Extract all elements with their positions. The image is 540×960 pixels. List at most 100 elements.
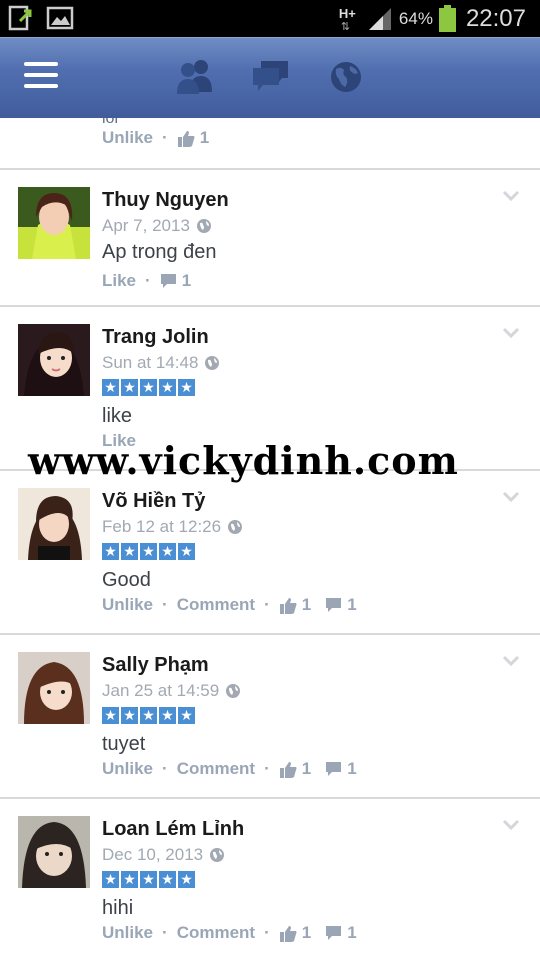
chevron-down-icon[interactable]: [502, 190, 520, 202]
messages-icon[interactable]: [251, 56, 291, 96]
clock: 22:07: [465, 4, 526, 32]
avatar[interactable]: [18, 187, 90, 259]
review-item: Võ Hiền Tỷ Feb 12 at 12:26 ★ ★ ★ ★ ★ Good Un…: [0, 471, 540, 635]
comment-count: 1: [347, 923, 357, 942]
comment-icon: [326, 762, 342, 776]
action-row: Like · 1: [102, 271, 192, 291]
review-comment: Ap trong đen: [102, 241, 217, 263]
star-rating: ★ ★ ★ ★ ★: [102, 543, 195, 560]
star-icon: ★: [178, 379, 195, 396]
avatar[interactable]: [18, 324, 90, 396]
unlike-link[interactable]: Unlike: [102, 128, 153, 148]
star-icon: ★: [121, 871, 138, 888]
like-count: 1: [301, 759, 312, 778]
gallery-notification-icon: [46, 6, 74, 30]
star-icon: ★: [159, 543, 176, 560]
star-icon: ★: [102, 379, 119, 396]
globe-privacy-icon: [196, 219, 211, 233]
network-type-indicator: H+ ⇅: [338, 5, 356, 33]
star-rating: ★ ★ ★ ★ ★: [102, 707, 195, 724]
review-date[interactable]: Feb 12 at 12:26: [102, 517, 221, 537]
review-date[interactable]: Jan 25 at 14:59: [102, 681, 219, 701]
comment-link[interactable]: Comment: [177, 759, 255, 779]
upload-notification-icon: [8, 5, 32, 31]
action-row: Unlike · 1: [102, 128, 210, 148]
globe-privacy-icon: [226, 684, 241, 698]
review-comment: hihi: [102, 897, 134, 919]
comment-link[interactable]: Comment: [177, 595, 255, 615]
like-count: 1: [199, 128, 210, 147]
globe-privacy-icon: [228, 520, 243, 534]
action-row: Unlike · Comment · 1 1: [102, 595, 357, 615]
menu-icon[interactable]: [24, 62, 58, 92]
avatar[interactable]: [18, 488, 90, 560]
star-icon: ★: [102, 707, 119, 724]
star-icon: ★: [140, 707, 157, 724]
review-date[interactable]: Dec 10, 2013: [102, 845, 203, 865]
watermark-text: www.vickydinh.com: [28, 438, 459, 483]
comment-icon: [326, 598, 342, 612]
star-rating: ★ ★ ★ ★ ★: [102, 871, 195, 888]
star-icon: ★: [121, 707, 138, 724]
app-header: [0, 37, 540, 118]
star-icon: ★: [140, 379, 157, 396]
review-meta: Sun at 14:48: [102, 353, 220, 373]
avatar[interactable]: [18, 652, 90, 724]
star-icon: ★: [102, 871, 119, 888]
review-item: Thuy Nguyen Apr 7, 2013 Ap trong đen Lik…: [0, 170, 540, 307]
thumbs-up-icon: [279, 761, 297, 778]
star-icon: ★: [140, 871, 157, 888]
battery-percent: 64%: [398, 8, 433, 28]
unlike-link[interactable]: Unlike: [102, 595, 153, 615]
review-meta: Apr 7, 2013: [102, 216, 212, 236]
globe-icon[interactable]: [327, 56, 365, 96]
friends-icon[interactable]: [174, 56, 216, 96]
review-date[interactable]: Sun at 14:48: [102, 353, 198, 373]
review-comment: tuyet: [102, 733, 146, 755]
action-row: Unlike · Comment · 1 1: [102, 759, 357, 779]
reviewer-name[interactable]: Trang Jolin: [102, 326, 209, 349]
like-count: 1: [301, 923, 312, 942]
reviewer-name[interactable]: Võ Hiền Tỷ: [102, 490, 205, 513]
chevron-down-icon[interactable]: [502, 491, 520, 503]
comment-count: 1: [347, 759, 357, 778]
thumbs-up-icon: [279, 925, 297, 942]
status-bar: H+ ⇅ 64% 22:07: [0, 0, 540, 37]
star-icon: ★: [159, 707, 176, 724]
review-comment: like: [102, 405, 133, 427]
comment-count: 1: [347, 595, 357, 614]
like-count: 1: [301, 595, 312, 614]
star-icon: ★: [178, 707, 195, 724]
reviewer-name[interactable]: Thuy Nguyen: [102, 189, 229, 212]
action-row: Unlike · Comment · 1 1: [102, 923, 357, 943]
battery-icon: [438, 5, 456, 32]
reviewer-name[interactable]: Sally Phạm: [102, 654, 209, 677]
comment-link[interactable]: Comment: [177, 923, 255, 943]
star-icon: ★: [102, 543, 119, 560]
unlike-link[interactable]: Unlike: [102, 759, 153, 779]
unlike-link[interactable]: Unlike: [102, 923, 153, 943]
list-item-partial: lol Unlike · 1: [0, 118, 540, 170]
chevron-down-icon[interactable]: [502, 655, 520, 667]
globe-privacy-icon: [205, 356, 220, 370]
star-rating: ★ ★ ★ ★ ★: [102, 379, 195, 396]
signal-strength-icon: [368, 7, 391, 30]
review-meta: Dec 10, 2013: [102, 845, 225, 865]
chevron-down-icon[interactable]: [502, 327, 520, 339]
chevron-down-icon[interactable]: [502, 819, 520, 831]
avatar[interactable]: [18, 816, 90, 888]
comment-count: 1: [181, 271, 192, 290]
globe-privacy-icon: [210, 848, 225, 862]
review-item: Sally Phạm Jan 25 at 14:59 ★ ★ ★ ★ ★ tuyet U…: [0, 635, 540, 799]
reviewer-name[interactable]: Loan Lém Lỉnh: [102, 818, 244, 841]
like-link[interactable]: Like: [102, 271, 136, 291]
review-date[interactable]: Apr 7, 2013: [102, 216, 190, 236]
star-icon: ★: [159, 379, 176, 396]
comment-icon: [160, 274, 176, 288]
review-item: Loan Lém Lỉnh Dec 10, 2013 ★ ★ ★ ★ ★ hihi Un…: [0, 799, 540, 960]
star-icon: ★: [178, 543, 195, 560]
data-activity-icon: ⇅: [340, 20, 351, 33]
star-icon: ★: [121, 379, 138, 396]
star-icon: ★: [121, 543, 138, 560]
thumbs-up-icon: [279, 597, 297, 614]
